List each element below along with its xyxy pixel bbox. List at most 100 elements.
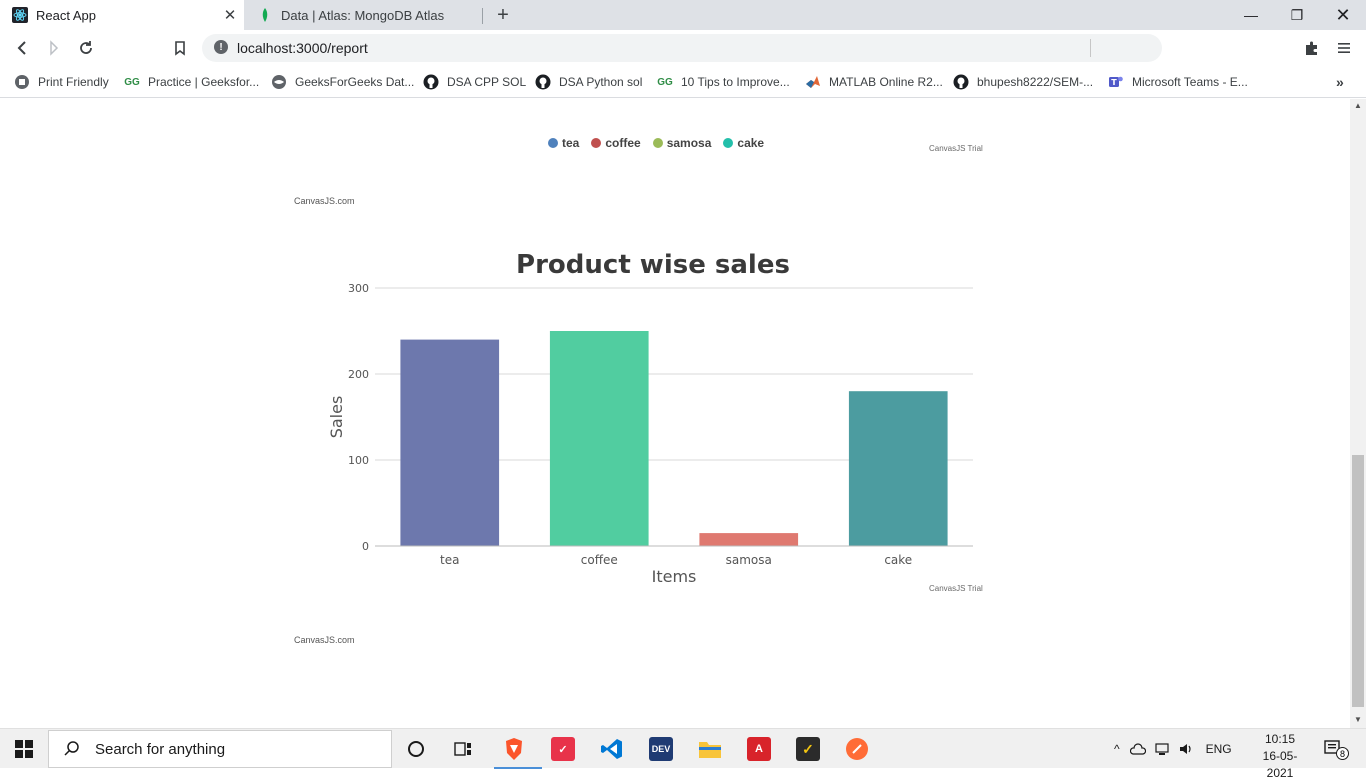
- volume-icon[interactable]: [1178, 742, 1194, 756]
- bookmark-microsoft-teams[interactable]: T Microsoft Teams - E...: [1108, 72, 1248, 92]
- bookmark-dsa-cpp-sol[interactable]: DSA CPP SOL: [423, 72, 526, 92]
- cortana-button[interactable]: [396, 733, 436, 765]
- geeksforgeeks-icon: GG: [657, 76, 673, 88]
- canvasjs-credit-link[interactable]: CanvasJS.com: [294, 196, 355, 206]
- x-tick-label: cake: [884, 553, 912, 567]
- bar-chart: Product wise sales 0 100 200 300 tea coffee sam…: [327, 250, 973, 586]
- bookmark-bhupesh-sem[interactable]: bhupesh8222/SEM-...: [953, 72, 1093, 92]
- bar-coffee[interactable]: [549, 331, 649, 546]
- menu-button[interactable]: [1332, 36, 1356, 60]
- tab-mongodb-atlas[interactable]: Data | Atlas: MongoDB Atlas: [245, 0, 483, 30]
- bookmark-print-friendly[interactable]: Print Friendly: [14, 72, 109, 92]
- canvasjs-credit-link[interactable]: CanvasJS.com: [294, 635, 355, 645]
- cortana-circle-icon: [408, 741, 424, 757]
- taskbar-postman[interactable]: [837, 733, 877, 765]
- x-tick-label: tea: [440, 553, 459, 567]
- close-window-button[interactable]: ✕: [1320, 0, 1366, 30]
- page-content: tea coffee samosa cake CanvasJS Trial Ca…: [0, 99, 1350, 728]
- checkmark-app-icon: ✓: [796, 737, 820, 761]
- y-tick-label: 100: [348, 454, 369, 467]
- system-clock[interactable]: 10:15 16-05-2021: [1250, 731, 1310, 782]
- canvasjs-trial-label: CanvasJS Trial: [929, 584, 983, 593]
- onedrive-cloud-icon[interactable]: [1129, 743, 1146, 755]
- taskbar-file-explorer[interactable]: [690, 733, 730, 765]
- brave-browser-icon: [506, 738, 522, 760]
- start-button[interactable]: [4, 733, 44, 765]
- omnibox-divider: [1090, 39, 1091, 57]
- y-tick-label: 300: [348, 282, 369, 295]
- legend-label: samosa: [666, 136, 712, 150]
- bookmark-label: DSA Python sol: [559, 75, 643, 89]
- legend-label: cake: [737, 136, 765, 150]
- bookmark-label: bhupesh8222/SEM-...: [977, 75, 1094, 89]
- github-icon: [953, 74, 969, 90]
- taskbar-dev-cpp[interactable]: DEV: [641, 733, 681, 765]
- system-tray: ^ ENG: [1114, 729, 1232, 769]
- taskbar-todo-app[interactable]: ✓: [788, 733, 828, 765]
- bookmark-label: Practice | Geeksfor...: [148, 75, 260, 89]
- bookmark-label: GeeksForGeeks Dat...: [295, 75, 415, 89]
- task-view-button[interactable]: [443, 733, 483, 765]
- back-button[interactable]: [10, 36, 34, 60]
- bookmark-matlab-online[interactable]: MATLAB Online R2...: [805, 72, 943, 92]
- acrobat-pdf-icon: A: [747, 737, 771, 761]
- tab-react-app[interactable]: React App ✕: [0, 0, 244, 30]
- bookmark-geeksforgeeks-data[interactable]: GeeksForGeeks Dat...: [271, 72, 414, 92]
- legend-marker: [652, 138, 663, 148]
- bar-cake[interactable]: [848, 391, 948, 546]
- legend-item-samosa[interactable]: samosa: [652, 136, 712, 150]
- bookmark-label: 10 Tips to Improve...: [681, 75, 790, 89]
- legend-marker: [723, 138, 734, 148]
- restore-button[interactable]: ❐: [1274, 0, 1320, 30]
- reload-button[interactable]: [74, 36, 98, 60]
- site-info-icon[interactable]: !: [214, 40, 228, 54]
- mongodb-leaf-icon: [257, 7, 273, 23]
- teams-icon: T: [1108, 74, 1124, 90]
- svg-text:T: T: [1111, 78, 1117, 87]
- minimize-button[interactable]: —: [1228, 0, 1274, 30]
- bookmarks-bar: Print Friendly GG Practice | Geeksfor...…: [0, 66, 1366, 98]
- scrollbar-thumb[interactable]: [1352, 455, 1364, 707]
- notifications-button[interactable]: 8: [1314, 733, 1354, 765]
- bookmark-practice-geeksforgeeks[interactable]: GG Practice | Geeksfor...: [124, 72, 259, 92]
- scroll-down-arrow-icon[interactable]: ▼: [1354, 715, 1362, 724]
- bar-tea[interactable]: [400, 339, 500, 546]
- forward-button[interactable]: [42, 36, 66, 60]
- x-axis-title: Items: [652, 567, 697, 586]
- legend-label: tea: [562, 136, 580, 150]
- legend-item-cake[interactable]: cake: [723, 136, 764, 150]
- new-tab-button[interactable]: +: [492, 4, 514, 26]
- bookmark-10-tips[interactable]: GG 10 Tips to Improve...: [657, 72, 790, 92]
- bookmark-label: Microsoft Teams - E...: [1132, 75, 1248, 89]
- calendar-app-icon: ✓: [551, 737, 575, 761]
- language-indicator[interactable]: ENG: [1206, 742, 1232, 756]
- bookmark-label: MATLAB Online R2...: [829, 75, 943, 89]
- search-placeholder: Search for anything: [95, 740, 226, 758]
- vertical-scrollbar[interactable]: ▲ ▼: [1350, 99, 1366, 728]
- address-bar[interactable]: ! localhost:3000/report: [202, 34, 1162, 62]
- scroll-up-arrow-icon[interactable]: ▲: [1354, 101, 1362, 110]
- network-icon[interactable]: [1154, 742, 1170, 756]
- taskbar-brave[interactable]: [494, 733, 542, 769]
- url-text[interactable]: localhost:3000/report: [237, 40, 368, 56]
- task-view-icon: [454, 742, 471, 756]
- taskbar-vscode[interactable]: [592, 733, 632, 765]
- taskbar-search-box[interactable]: Search for anything: [48, 730, 392, 768]
- show-hidden-icons-chevron-icon[interactable]: ^: [1114, 742, 1120, 756]
- print-friendly-icon: [14, 74, 30, 90]
- legend-item-coffee[interactable]: coffee: [591, 136, 641, 150]
- canvasjs-trial-label: CanvasJS Trial: [929, 144, 983, 153]
- bar-samosa[interactable]: [699, 533, 799, 546]
- windows-logo-icon: [15, 740, 33, 758]
- bookmark-dsa-python-sol[interactable]: DSA Python sol: [535, 72, 642, 92]
- bookmark-button[interactable]: [168, 36, 192, 60]
- legend-item-tea[interactable]: tea: [548, 136, 579, 150]
- extensions-button[interactable]: [1300, 36, 1324, 60]
- x-tick-label: samosa: [726, 553, 772, 567]
- more-bookmarks-chevron-icon[interactable]: »: [1336, 72, 1344, 92]
- legend-marker: [591, 138, 602, 148]
- tab-strip: React App ✕ Data | Atlas: MongoDB Atlas …: [0, 0, 1366, 30]
- taskbar-app-calendar[interactable]: ✓: [543, 733, 583, 765]
- taskbar-acrobat[interactable]: A: [739, 733, 779, 765]
- close-tab-icon[interactable]: ✕: [220, 5, 240, 25]
